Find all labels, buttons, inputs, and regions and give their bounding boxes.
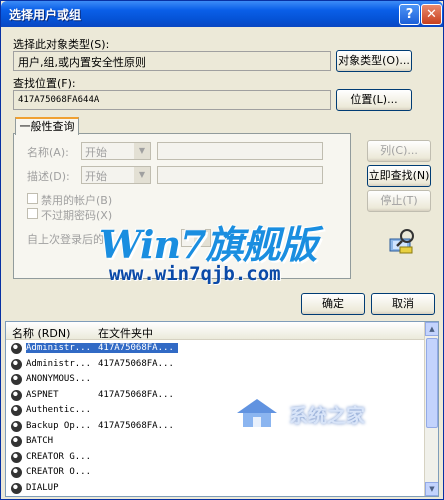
scroll-down-icon[interactable]: ▼ — [425, 482, 438, 496]
user-icon — [11, 389, 22, 401]
select-users-dialog: 选择用户或组 ? ✕ 选择此对象类型(S): 用户,组,或内置安全性原则 对象类… — [0, 0, 444, 500]
table-row[interactable]: BATCH — [6, 434, 426, 450]
table-row[interactable]: CREATOR G... — [6, 450, 426, 466]
location-label: 查找位置(F): — [13, 77, 76, 90]
row-name: Administr... — [26, 358, 92, 369]
search-results-list[interactable]: 名称 (RDN) 在文件夹中 Administr... 417A75068FA..… — [5, 321, 439, 497]
table-row[interactable]: ANONYMOUS... — [6, 372, 426, 388]
locations-button[interactable]: 位置(L)... — [336, 89, 412, 111]
row-name: Authentic... — [26, 405, 92, 415]
disabled-accounts-checkbox[interactable] — [27, 193, 38, 204]
scroll-thumb[interactable] — [426, 338, 438, 428]
description-mode-select[interactable]: 开始 ▼ — [81, 166, 151, 184]
name-mode-select[interactable]: 开始 ▼ — [81, 142, 151, 160]
disabled-accounts-label: 禁用的帐户(B) — [41, 194, 113, 207]
results-header: 名称 (RDN) 在文件夹中 — [6, 322, 426, 340]
description-input[interactable] — [157, 166, 323, 184]
user-icon — [11, 374, 22, 385]
user-icon — [11, 451, 22, 463]
row-name: ASPNET — [26, 389, 59, 400]
row-name: ANONYMOUS... — [26, 374, 92, 384]
row-name: Backup Op... — [26, 420, 92, 431]
description-label: 描述(D): — [27, 170, 70, 183]
watermark-brand: Win7旗舰版 — [99, 222, 318, 267]
user-icon — [11, 343, 22, 354]
row-folder: 417A75068FA... — [98, 389, 174, 400]
row-name: BATCH — [26, 436, 54, 446]
location-field: 417A75068FA644A — [13, 90, 331, 110]
scroll-up-icon[interactable]: ▲ — [425, 322, 438, 336]
user-icon — [11, 482, 22, 494]
table-row[interactable]: Administr... 417A75068FA... — [6, 357, 426, 373]
column-header-folder[interactable]: 在文件夹中 — [98, 325, 153, 341]
table-row[interactable]: Administr... 417A75068FA... — [6, 341, 426, 357]
row-name: Administr... — [26, 343, 98, 353]
ok-button[interactable]: 确定 — [301, 293, 365, 315]
watermark-site: 系统之家 — [289, 405, 366, 427]
title-bar[interactable]: 选择用户或组 ? ✕ — [1, 1, 443, 27]
row-name: CREATOR G... — [26, 451, 92, 462]
row-folder: 417A75068FA... — [98, 420, 174, 431]
dialog-title: 选择用户或组 — [9, 8, 82, 22]
columns-button[interactable]: 列(C)... — [367, 140, 431, 162]
tab-common-queries[interactable]: 一般性查询 — [15, 117, 79, 135]
object-type-label: 选择此对象类型(S): — [13, 38, 110, 51]
row-folder: 417A75068FA... — [98, 343, 178, 353]
user-icon — [11, 405, 22, 416]
object-type-field: 用户,组,或内置安全性原则 — [13, 51, 331, 71]
user-icon — [11, 358, 22, 370]
chevron-down-icon: ▼ — [134, 167, 150, 183]
name-mode-value: 开始 — [85, 146, 107, 159]
column-header-name[interactable]: 名称 (RDN) — [12, 325, 70, 341]
user-icon — [11, 467, 22, 478]
stop-button[interactable]: 停止(T) — [367, 190, 431, 212]
find-now-button[interactable]: 立即查找(N) — [367, 165, 431, 187]
close-button[interactable]: ✕ — [421, 4, 442, 25]
cancel-button[interactable]: 取消 — [371, 293, 435, 315]
last-login-label: 自上次登录后的 — [27, 233, 104, 246]
name-input[interactable] — [157, 142, 323, 160]
table-row[interactable]: DIALUP — [6, 481, 426, 497]
watermark-url: www.win7qjb.com — [109, 263, 281, 285]
object-types-button[interactable]: 对象类型(O)... — [336, 50, 412, 72]
no-expire-password-checkbox[interactable] — [27, 208, 38, 219]
table-row[interactable]: CREATOR O... — [6, 465, 426, 481]
user-icon — [11, 420, 22, 432]
user-icon — [11, 436, 22, 447]
chevron-down-icon: ▼ — [134, 143, 150, 159]
row-folder: 417A75068FA... — [98, 358, 174, 369]
vertical-scrollbar[interactable]: ▲ ▼ — [424, 322, 438, 496]
row-name: CREATOR O... — [26, 467, 92, 477]
name-label: 名称(A): — [27, 146, 69, 159]
help-button[interactable]: ? — [399, 4, 420, 25]
row-name: DIALUP — [26, 482, 59, 493]
description-mode-value: 开始 — [85, 170, 107, 183]
house-logo-icon — [237, 399, 277, 427]
table-row[interactable]: Everyone — [6, 496, 426, 497]
search-animation-icon — [389, 229, 414, 254]
